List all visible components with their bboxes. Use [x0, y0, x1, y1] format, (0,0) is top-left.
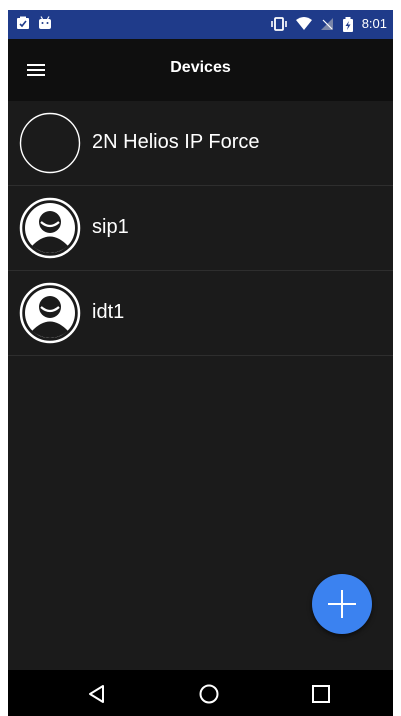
list-item[interactable]: sip1	[8, 186, 393, 271]
battery-charging-icon	[342, 16, 354, 32]
page-title: Devices	[170, 59, 231, 76]
recents-icon[interactable]	[309, 682, 333, 706]
empty-avatar-icon	[19, 112, 81, 174]
home-icon[interactable]	[197, 682, 221, 706]
wifi-icon	[295, 17, 312, 31]
signal-off-icon	[320, 17, 334, 31]
app-bar: Devices	[8, 39, 393, 101]
device-name: sip1	[92, 216, 129, 238]
status-time: 8:01	[361, 16, 387, 31]
device-list: 2N Helios IP Force sip1 idt1	[8, 101, 393, 356]
vibrate-icon	[270, 17, 288, 31]
android-icon	[38, 16, 52, 30]
plus-icon	[328, 590, 356, 618]
list-item[interactable]: idt1	[8, 271, 393, 356]
person-avatar-icon	[19, 282, 81, 344]
status-bar: 8:01	[8, 10, 393, 39]
add-device-button[interactable]	[312, 574, 372, 634]
list-item[interactable]: 2N Helios IP Force	[8, 101, 393, 186]
device-name: idt1	[92, 301, 125, 323]
phone-screen: 8:01 Devices 2N Helios IP Force sip1 idt…	[8, 10, 393, 716]
back-icon[interactable]	[85, 682, 109, 706]
navigation-bar	[8, 670, 393, 716]
person-avatar-icon	[19, 197, 81, 259]
clipboard-check-icon	[16, 16, 30, 30]
device-name: 2N Helios IP Force	[92, 131, 260, 153]
